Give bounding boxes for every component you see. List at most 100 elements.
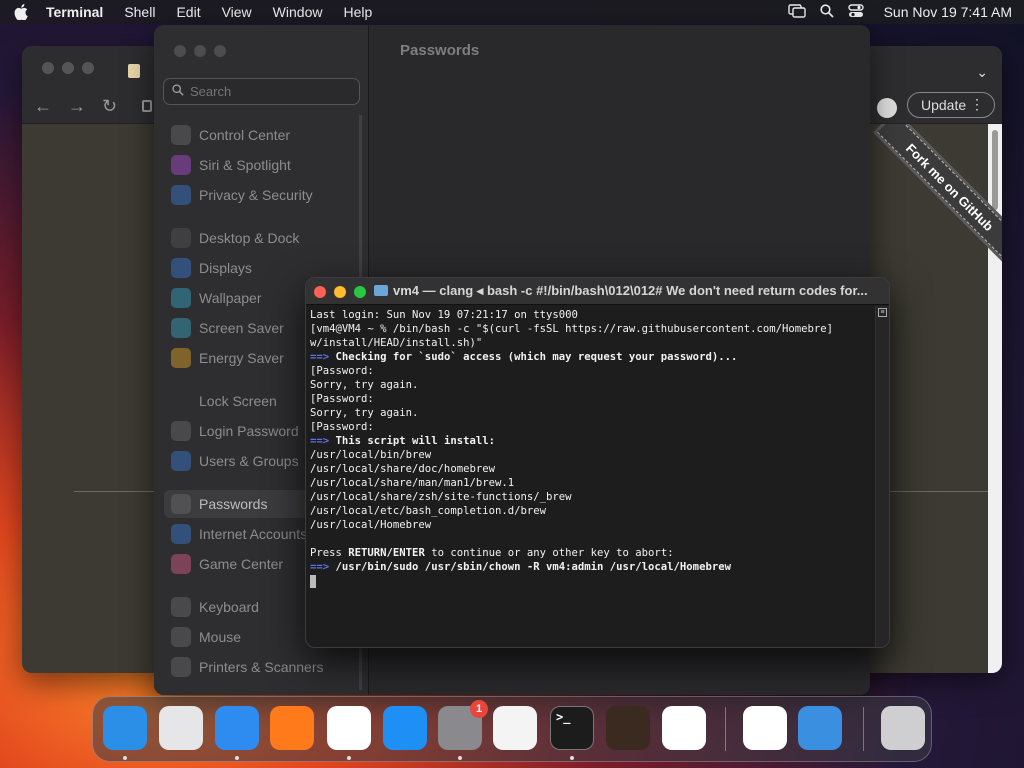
sidebar-item-label: Printers & Scanners — [199, 659, 324, 675]
prompt-arrow: ==> — [310, 435, 330, 447]
terminal-line — [310, 574, 875, 588]
page-title: Passwords — [400, 42, 480, 59]
app-store-icon[interactable] — [383, 706, 427, 750]
terminal-line: /usr/local/bin/brew — [310, 448, 875, 462]
launchpad-icon[interactable] — [159, 706, 203, 750]
fork-me-ribbon[interactable]: Fork me on GitHub — [877, 124, 1002, 260]
sidebar-item-label: Game Center — [199, 556, 284, 572]
back-arrow-icon[interactable]: ← — [34, 96, 52, 117]
menu-edit[interactable]: Edit — [176, 4, 200, 20]
apple-icon[interactable] — [12, 3, 30, 21]
terminal-output[interactable]: Last login: Sun Nov 19 07:21:17 on ttys0… — [310, 308, 880, 638]
running-indicator — [347, 756, 351, 760]
tab-favicon-icon — [128, 64, 140, 78]
settings-search-field[interactable] — [163, 78, 360, 105]
terminal-text: [Password: — [310, 421, 374, 433]
folder-icon — [374, 285, 388, 296]
sidebar-item-label: Wallpaper — [199, 290, 262, 306]
terminal-icon[interactable]: >_ — [550, 706, 594, 750]
garageband-icon[interactable] — [606, 706, 650, 750]
firefox-icon[interactable] — [270, 706, 314, 750]
sidebar-item-label: Privacy & Security — [199, 187, 313, 203]
sidebar-item-desktop-dock[interactable]: Desktop & Dock — [164, 224, 364, 252]
minimize-button[interactable] — [334, 286, 346, 298]
sidebar-item-label: Displays — [199, 260, 252, 276]
screen-saver-icon — [171, 318, 191, 338]
menu-view[interactable]: View — [222, 4, 252, 20]
terminal-text: /usr/local/bin/brew — [310, 449, 432, 461]
terminal-text: /usr/local/share/doc/homebrew — [310, 463, 495, 475]
reload-icon[interactable]: ↻ — [102, 96, 117, 117]
terminal-title-bar[interactable]: vm4 — clang ◂ bash -c #!/bin/bash\012\01… — [306, 278, 889, 305]
terminal-line: /usr/local/share/man/man1/brew.1 — [310, 476, 875, 490]
textedit-icon[interactable] — [493, 706, 537, 750]
terminal-text: [vm4@VM4 ~ % /bin/bash -c "$(curl -fsSL … — [310, 323, 833, 335]
terminal-line: ==> This script will install: — [310, 434, 875, 448]
sidebar-item-label: Internet Accounts — [199, 526, 308, 542]
siri-icon — [171, 155, 191, 175]
more-options-icon[interactable]: ⋮ — [970, 96, 984, 113]
weather-icon[interactable] — [798, 706, 842, 750]
sidebar-item-label: Screen Saver — [199, 320, 284, 336]
sidebar-item-label: Energy Saver — [199, 350, 284, 366]
wallpaper-icon — [171, 288, 191, 308]
finder-icon[interactable] — [103, 706, 147, 750]
ribbon-label: Fork me on GitHub — [903, 140, 997, 234]
chrome-icon[interactable] — [327, 706, 371, 750]
menu-window[interactable]: Window — [273, 4, 323, 20]
chevron-down-icon[interactable]: ⌄ — [976, 64, 988, 81]
terminal-scrollbar[interactable]: ≡ — [875, 306, 889, 647]
control-center-icon[interactable] — [847, 3, 864, 21]
users-icon — [171, 451, 191, 471]
search-input[interactable] — [190, 84, 350, 99]
safari-icon[interactable] — [215, 706, 259, 750]
visual-studio-icon[interactable] — [743, 706, 787, 750]
trash-icon[interactable] — [881, 706, 925, 750]
scroll-toggle-icon[interactable]: ≡ — [878, 308, 887, 317]
bulb-icon — [171, 348, 191, 368]
running-indicator — [235, 756, 239, 760]
menu-help[interactable]: Help — [343, 4, 372, 20]
running-indicator — [123, 756, 127, 760]
profile-icon[interactable] — [877, 98, 897, 118]
browser-window-controls[interactable] — [42, 62, 94, 74]
terminal-text: /usr/local/share/man/man1/brew.1 — [310, 477, 515, 489]
sidebar-item-privacy-security[interactable]: Privacy & Security — [164, 181, 364, 209]
lock-icon — [171, 391, 191, 411]
terminal-line: Sorry, try again. — [310, 406, 875, 420]
sidebar-item-label: Lock Screen — [199, 393, 277, 409]
update-button[interactable]: Update ⋮ — [907, 92, 995, 118]
sidebar-item-label: Passwords — [199, 496, 268, 512]
sidebar-item-control-center[interactable]: Control Center — [164, 121, 364, 149]
game-center-icon — [171, 554, 191, 574]
prompt-arrow: ==> — [310, 561, 330, 573]
terminal-heading: /usr/bin/sudo /usr/sbin/chown -R vm4:adm… — [329, 561, 731, 573]
settings-window-controls[interactable] — [174, 45, 226, 57]
terminal-line: w/install/HEAD/install.sh)" — [310, 336, 875, 350]
sidebar-item-label: Mouse — [199, 629, 242, 645]
terminal-line: [vm4@VM4 ~ % /bin/bash -c "$(curl -fsSL … — [310, 322, 875, 336]
sidebar-item-siri-spotlight[interactable]: Siri & Spotlight — [164, 151, 364, 179]
zoom-button[interactable] — [354, 286, 366, 298]
terminal-line: ==> /usr/bin/sudo /usr/sbin/chown -R vm4… — [310, 560, 875, 574]
sidebar-item-printers-scanners[interactable]: Printers & Scanners — [164, 653, 364, 681]
dock-separator — [725, 707, 726, 751]
forward-arrow-icon[interactable]: → — [68, 96, 86, 117]
terminal-window[interactable]: vm4 — clang ◂ bash -c #!/bin/bash\012\01… — [305, 277, 890, 648]
search-icon[interactable] — [819, 3, 834, 21]
dock-separator — [863, 707, 864, 751]
menu-app-name[interactable]: Terminal — [46, 4, 103, 20]
menu-clock[interactable]: Sun Nov 19 7:41 AM — [884, 4, 1012, 20]
vscode-icon[interactable] — [662, 706, 706, 750]
system-settings-icon[interactable]: 1 — [438, 700, 488, 750]
terminal-line: Sorry, try again. — [310, 378, 875, 392]
menu-shell[interactable]: Shell — [124, 4, 155, 20]
key-icon — [171, 494, 191, 514]
screen-mirroring-icon[interactable] — [787, 3, 806, 21]
close-button[interactable] — [314, 286, 326, 298]
terminal-text: Last login: Sun Nov 19 07:21:17 on ttys0… — [310, 309, 578, 321]
running-indicator — [458, 756, 462, 760]
lock-icon — [142, 100, 152, 112]
terminal-key-label: RETURN/ENTER — [348, 547, 425, 559]
